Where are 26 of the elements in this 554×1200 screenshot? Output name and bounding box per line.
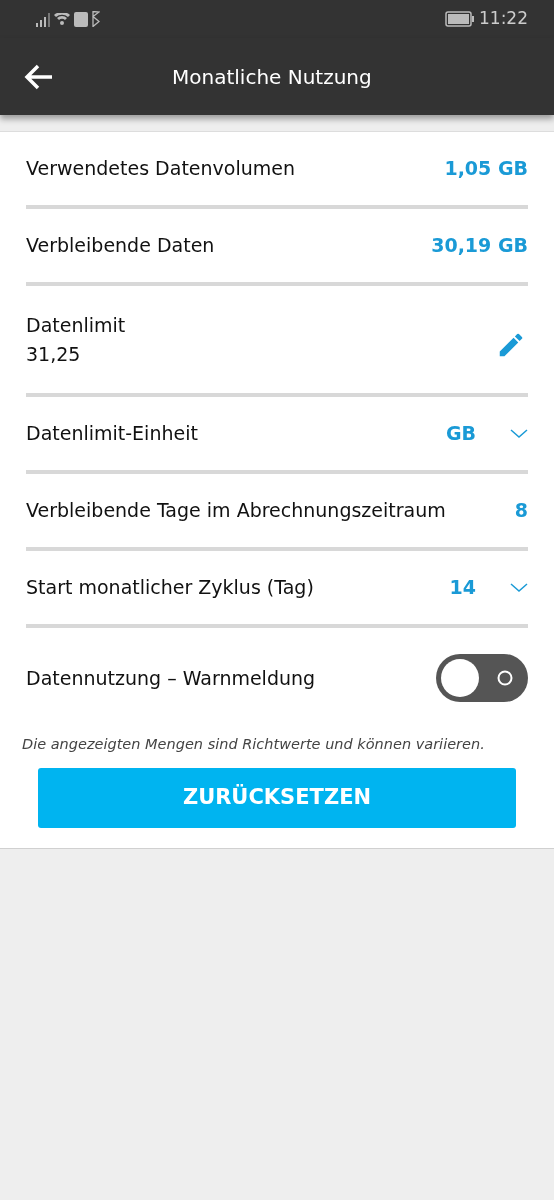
toggle-switch[interactable]	[436, 654, 528, 702]
setting-label: Start monatlicher Zyklus (Tag)	[26, 575, 314, 601]
setting-label: Verbleibende Tage im Abrechnungszeitraum	[26, 498, 446, 524]
setting-value: 1,05 GB	[444, 156, 528, 182]
setting-label: Datennutzung – Warnmeldung	[26, 665, 316, 691]
battery-icon	[445, 11, 475, 27]
disclaimer-text: Die angezeigten Mengen sind Richtwerte und können variieren.	[22, 735, 486, 754]
clock-time: 11:22	[479, 7, 528, 31]
off-indicator-icon	[496, 669, 514, 687]
setting-value: 31,25	[26, 341, 82, 367]
reset-button[interactable]: ZURÜCKSETZEN	[38, 767, 516, 828]
setting-label: Datenlimit	[26, 313, 126, 338]
bluetooth-icon	[92, 11, 100, 27]
setting-value: 8	[514, 498, 528, 524]
screen-title: Monatliche Nutzung	[172, 63, 372, 91]
chevron-down-icon[interactable]	[510, 428, 528, 439]
wifi-icon	[54, 13, 70, 25]
setting-label: Datenlimit-Einheit	[26, 421, 198, 447]
setting-label: Verbleibende Daten	[26, 233, 215, 259]
chevron-down-icon[interactable]	[510, 582, 528, 593]
dropdown-value[interactable]: GB	[445, 419, 476, 448]
setting-label: Verwendetes Datenvolumen	[26, 156, 295, 182]
setting-value: 30,19 GB	[431, 233, 528, 259]
back-icon[interactable]	[24, 63, 54, 90]
signal-icon	[36, 11, 50, 27]
dropdown-value[interactable]: 14	[449, 573, 476, 602]
